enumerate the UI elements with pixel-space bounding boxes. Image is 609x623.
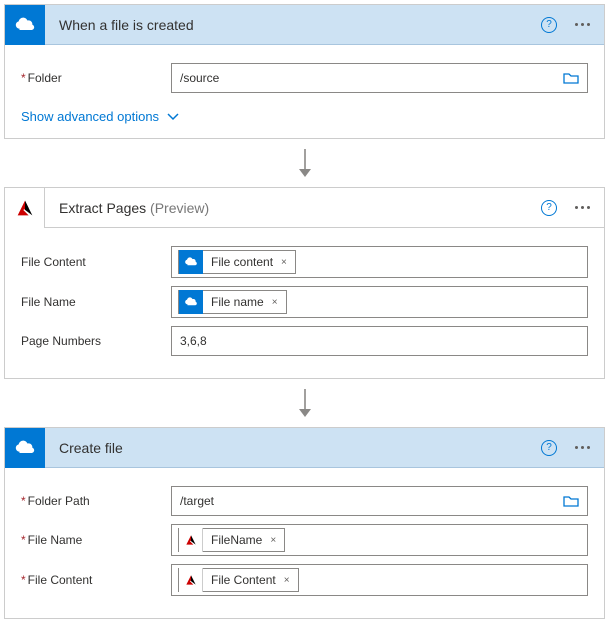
folder-path-value: /target <box>180 494 214 508</box>
step2-body: File Content File content × File Name <box>5 228 604 378</box>
step2-header[interactable]: Extract Pages (Preview) ? <box>5 188 604 228</box>
page-numbers-input[interactable]: 3,6,8 <box>171 326 588 356</box>
file-content-label: File Content <box>21 255 171 269</box>
remove-token-icon[interactable]: × <box>284 575 290 586</box>
file-name-label3: File Name <box>21 533 171 547</box>
step1-actions: ? <box>541 17 604 33</box>
file-name-token[interactable]: File name × <box>178 290 287 314</box>
help-icon[interactable]: ? <box>541 200 557 216</box>
folder-input[interactable]: /source <box>171 63 588 93</box>
help-icon[interactable]: ? <box>541 17 557 33</box>
step2-title: Extract Pages (Preview) <box>45 200 541 216</box>
file-content-token[interactable]: File content × <box>178 250 296 274</box>
more-icon[interactable] <box>575 446 590 449</box>
onedrive-icon <box>179 250 203 274</box>
folder-row: Folder /source <box>21 63 588 93</box>
step1-title: When a file is created <box>45 17 541 33</box>
folder-path-row: Folder Path /target <box>21 486 588 516</box>
advanced-label: Show advanced options <box>21 109 159 124</box>
onedrive-icon <box>5 428 45 468</box>
preview-label: (Preview) <box>150 200 209 216</box>
step-create-file: Create file ? Folder Path /target File N… <box>4 427 605 619</box>
file-name-input3[interactable]: FileName × <box>171 524 588 556</box>
file-content-row: File Content File content × <box>21 246 588 278</box>
token-label: File content <box>211 255 273 269</box>
remove-token-icon[interactable]: × <box>272 297 278 308</box>
folder-path-input[interactable]: /target <box>171 486 588 516</box>
filename-token[interactable]: FileName × <box>178 528 285 552</box>
step2-actions: ? <box>541 200 604 216</box>
folder-label: Folder <box>21 71 171 85</box>
step1-header[interactable]: When a file is created ? <box>5 5 604 45</box>
step3-header[interactable]: Create file ? <box>5 428 604 468</box>
page-numbers-row: Page Numbers 3,6,8 <box>21 326 588 356</box>
folder-picker-icon[interactable] <box>563 71 579 85</box>
step3-body: Folder Path /target File Name FileName × <box>5 468 604 618</box>
file-content-row3: File Content File Content × <box>21 564 588 596</box>
step3-title: Create file <box>45 440 541 456</box>
file-name-label: File Name <box>21 295 171 309</box>
remove-token-icon[interactable]: × <box>270 535 276 546</box>
help-icon[interactable]: ? <box>541 440 557 456</box>
more-icon[interactable] <box>575 206 590 209</box>
page-numbers-label: Page Numbers <box>21 334 171 348</box>
onedrive-icon <box>179 290 203 314</box>
step3-actions: ? <box>541 440 604 456</box>
token-label: FileName <box>211 533 262 547</box>
onedrive-icon <box>5 5 45 45</box>
step2-title-text: Extract Pages <box>59 200 146 216</box>
page-numbers-value: 3,6,8 <box>180 334 207 348</box>
flow-arrow-1 <box>4 139 605 187</box>
file-content-input3[interactable]: File Content × <box>171 564 588 596</box>
token-label: File name <box>211 295 264 309</box>
folder-picker-icon[interactable] <box>563 494 579 508</box>
folder-path-label: Folder Path <box>21 494 171 508</box>
file-name-row: File Name File name × <box>21 286 588 318</box>
flow-arrow-2 <box>4 379 605 427</box>
show-advanced-options[interactable]: Show advanced options <box>21 109 179 124</box>
chevron-down-icon <box>167 113 179 121</box>
folder-value: /source <box>180 71 219 85</box>
file-name-input[interactable]: File name × <box>171 286 588 318</box>
remove-token-icon[interactable]: × <box>281 257 287 268</box>
token-label: File Content <box>211 573 276 587</box>
step-when-file-created: When a file is created ? Folder /source … <box>4 4 605 139</box>
extract-icon <box>5 188 45 228</box>
filecontent-token[interactable]: File Content × <box>178 568 299 592</box>
file-content-label3: File Content <box>21 573 171 587</box>
file-name-row3: File Name FileName × <box>21 524 588 556</box>
extract-icon <box>179 528 203 552</box>
file-content-input[interactable]: File content × <box>171 246 588 278</box>
more-icon[interactable] <box>575 23 590 26</box>
step1-body: Folder /source Show advanced options <box>5 45 604 138</box>
extract-icon <box>179 568 203 592</box>
step-extract-pages: Extract Pages (Preview) ? File Content F… <box>4 187 605 379</box>
